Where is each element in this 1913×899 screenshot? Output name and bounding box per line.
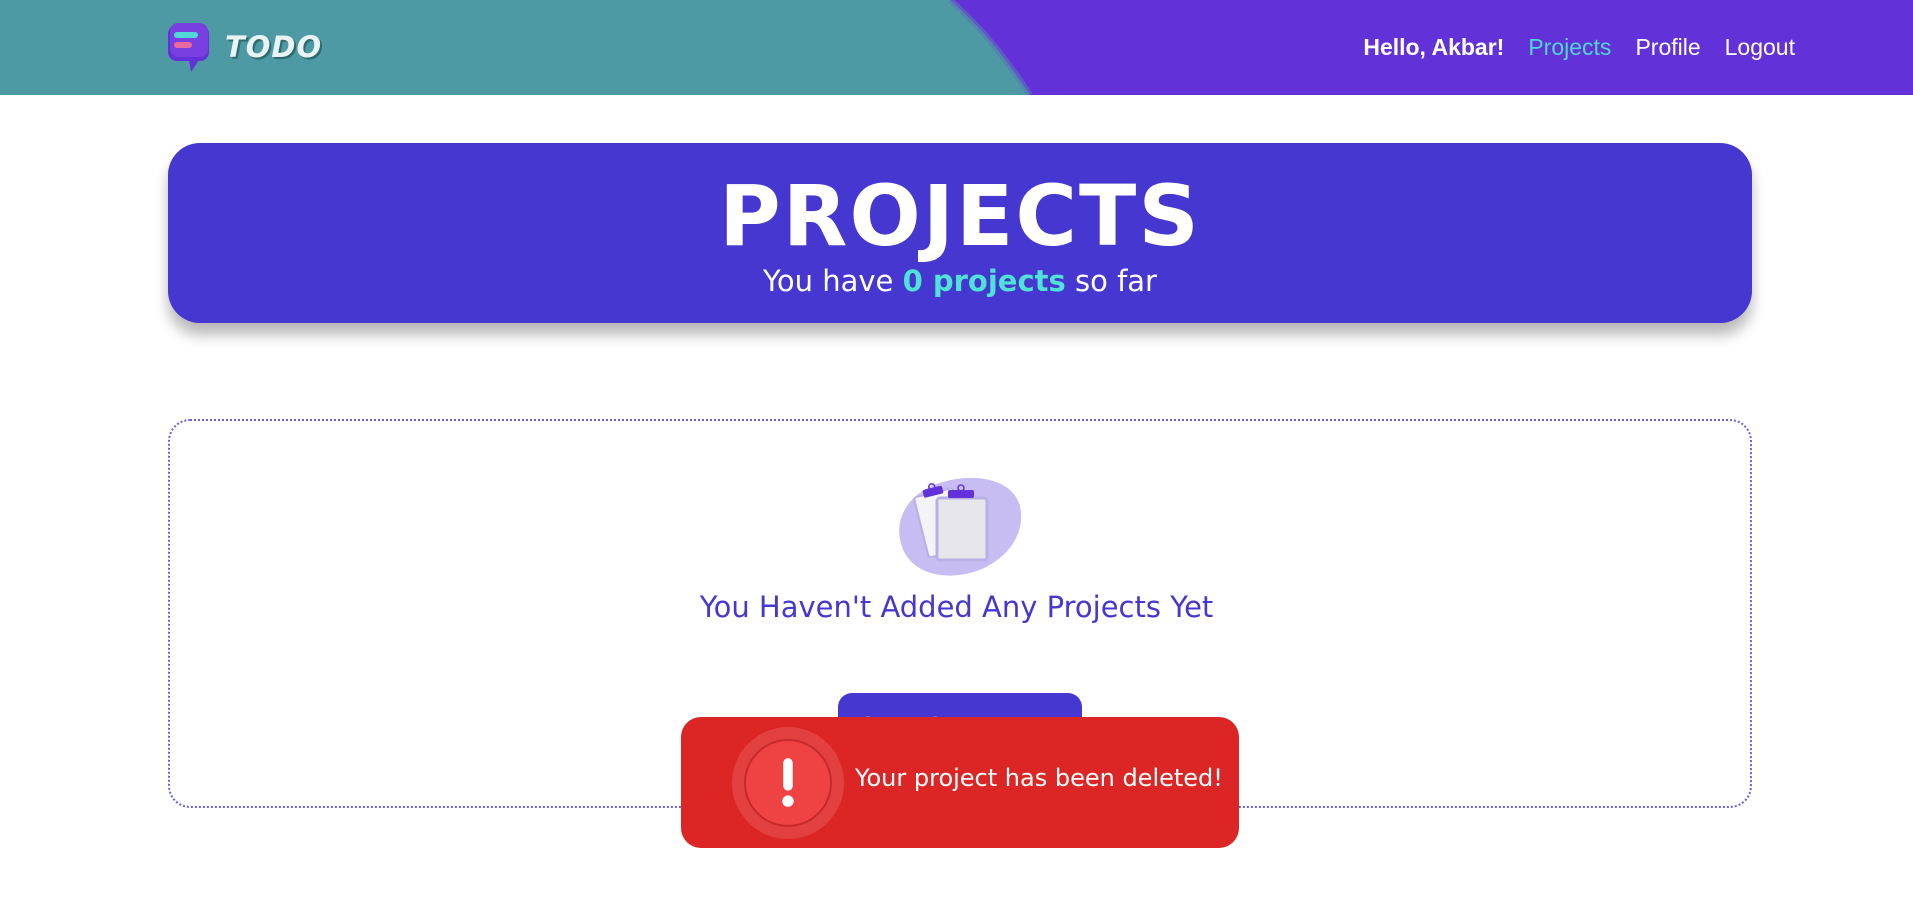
empty-state-message: You Haven't Added Any Projects Yet: [699, 590, 1214, 624]
clipboards-illustration-icon: [899, 477, 1022, 576]
nav-link-logout[interactable]: Logout: [1725, 34, 1795, 61]
nav-links: Hello, Akbar! Projects Profile Logout: [1363, 0, 1795, 95]
subtitle-suffix: so far: [1065, 264, 1157, 298]
toast-icon-ring: [732, 727, 844, 839]
toast-notification: Your project has been deleted!: [681, 717, 1239, 848]
nav-link-projects[interactable]: Projects: [1528, 34, 1611, 61]
nav-link-profile[interactable]: Profile: [1635, 34, 1700, 61]
projects-count-subtitle: You have 0 projects so far: [168, 267, 1752, 296]
brand-name: TODO: [225, 30, 323, 64]
toast-message: Your project has been deleted!: [855, 764, 1223, 792]
exclamation-icon: [744, 739, 832, 827]
navbar: TODO Hello, Akbar! Projects Profile Logo…: [0, 0, 1913, 95]
page-title: PROJECTS: [719, 167, 1201, 265]
projects-count-highlight: 0 projects: [902, 264, 1066, 298]
chat-bubble-logo-icon: [167, 22, 211, 72]
brand[interactable]: TODO: [167, 22, 322, 72]
subtitle-prefix: You have: [763, 264, 903, 298]
user-greeting: Hello, Akbar!: [1363, 34, 1505, 60]
projects-banner: PROJECTS You have 0 projects so far: [168, 143, 1752, 323]
